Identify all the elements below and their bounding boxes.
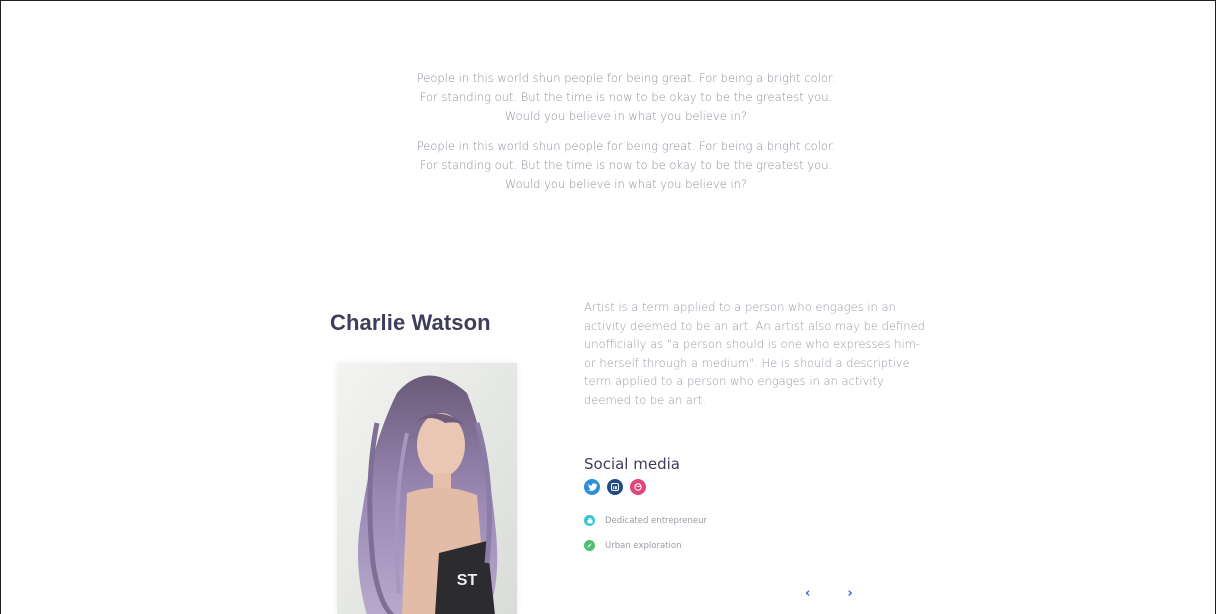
profile-name: Charlie Watson — [330, 310, 491, 335]
carousel-pager: ‹ › — [805, 587, 853, 600]
profile-bio: Artist is a term applied to a person who… — [584, 300, 925, 407]
social-links — [584, 479, 646, 495]
quote-line: People in this world shun people for bei… — [416, 71, 836, 85]
tag-item: Dedicated entrepreneur — [584, 514, 707, 527]
twitter-icon — [587, 483, 597, 491]
page-frame: People in this world shun people for bei… — [0, 0, 1216, 614]
quote-line: Would you believe in what you believe in… — [504, 109, 748, 123]
linkedin-button[interactable] — [607, 479, 623, 495]
social-media-heading: Social media — [584, 455, 680, 473]
quote-line: For standing out. But the time is now to… — [419, 90, 833, 104]
profile-photo: ST — [337, 363, 517, 614]
quote-line: For standing out. But the time is now to… — [419, 158, 833, 172]
dribbble-icon — [634, 483, 642, 491]
compass-icon — [584, 540, 595, 551]
svg-text:ST: ST — [457, 572, 478, 589]
linkedin-icon — [611, 483, 619, 491]
tag-label: Urban exploration — [605, 540, 682, 551]
tag-item: Urban exploration — [584, 539, 707, 552]
briefcase-icon — [584, 515, 595, 526]
quote-line: People in this world shun people for bei… — [416, 139, 836, 153]
quote-section: People in this world shun people for bei… — [361, 69, 891, 205]
previous-button[interactable]: ‹ — [805, 587, 810, 600]
quote-line: Would you believe in what you believe in… — [504, 177, 748, 191]
dribbble-button[interactable] — [630, 479, 646, 495]
tag-label: Dedicated entrepreneur — [605, 515, 707, 526]
next-button[interactable]: › — [847, 587, 852, 600]
quote-block: People in this world shun people for bei… — [361, 137, 891, 194]
quote-block: People in this world shun people for bei… — [361, 69, 891, 126]
profile-tags: Dedicated entrepreneur Urban exploration — [584, 514, 707, 564]
twitter-button[interactable] — [584, 479, 600, 495]
